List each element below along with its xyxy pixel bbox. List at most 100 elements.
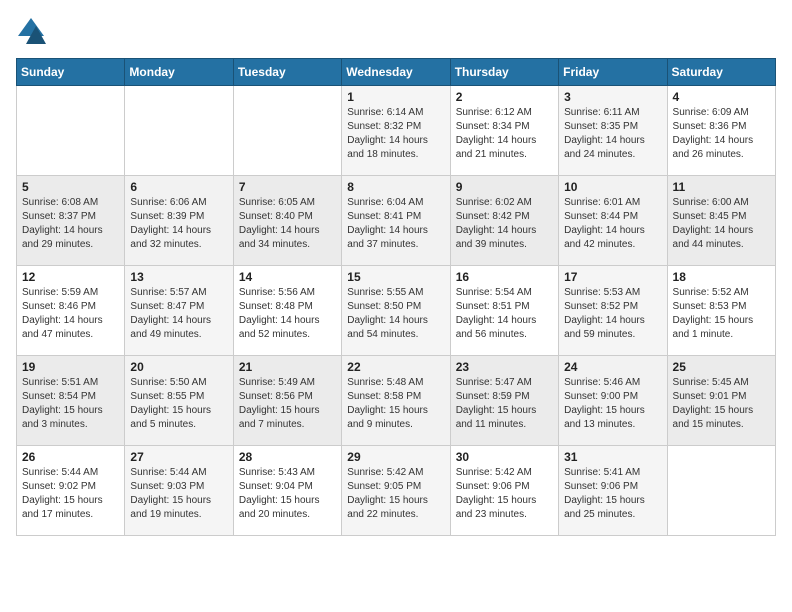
calendar-cell: 5 Sunrise: 6:08 AM Sunset: 8:37 PM Daylig…: [17, 176, 125, 266]
day-info: Sunrise: 6:09 AM Sunset: 8:36 PM Dayligh…: [673, 106, 770, 162]
day-info: Sunrise: 5:50 AM Sunset: 8:55 PM Dayligh…: [130, 376, 227, 432]
calendar-cell: 26 Sunrise: 5:44 AM Sunset: 9:02 PM Dayli…: [17, 446, 125, 536]
day-number: 4: [673, 90, 770, 104]
day-number: 12: [22, 270, 119, 284]
day-info: Sunrise: 5:57 AM Sunset: 8:47 PM Dayligh…: [130, 286, 227, 342]
day-info: Sunrise: 6:08 AM Sunset: 8:37 PM Dayligh…: [22, 196, 119, 252]
day-info: Sunrise: 5:53 AM Sunset: 8:52 PM Dayligh…: [564, 286, 661, 342]
day-number: 7: [239, 180, 336, 194]
column-header-monday: Monday: [125, 59, 233, 86]
calendar-cell: 10 Sunrise: 6:01 AM Sunset: 8:44 PM Dayli…: [559, 176, 667, 266]
day-info: Sunrise: 5:54 AM Sunset: 8:51 PM Dayligh…: [456, 286, 553, 342]
day-number: 1: [347, 90, 444, 104]
calendar-cell: 3 Sunrise: 6:11 AM Sunset: 8:35 PM Daylig…: [559, 86, 667, 176]
day-info: Sunrise: 5:45 AM Sunset: 9:01 PM Dayligh…: [673, 376, 770, 432]
day-info: Sunrise: 5:48 AM Sunset: 8:58 PM Dayligh…: [347, 376, 444, 432]
day-info: Sunrise: 6:12 AM Sunset: 8:34 PM Dayligh…: [456, 106, 553, 162]
day-number: 26: [22, 450, 119, 464]
day-number: 20: [130, 360, 227, 374]
calendar-cell: [125, 86, 233, 176]
calendar-cell: 14 Sunrise: 5:56 AM Sunset: 8:48 PM Dayli…: [233, 266, 341, 356]
day-number: 18: [673, 270, 770, 284]
calendar-cell: 23Sunrise: 5:47 AM Sunset: 8:59 PM Dayli…: [450, 356, 558, 446]
day-number: 29: [347, 450, 444, 464]
calendar-cell: 25 Sunrise: 5:45 AM Sunset: 9:01 PM Dayli…: [667, 356, 775, 446]
day-number: 3: [564, 90, 661, 104]
day-info: Sunrise: 5:56 AM Sunset: 8:48 PM Dayligh…: [239, 286, 336, 342]
calendar-cell: 30 Sunrise: 5:42 AM Sunset: 9:06 PM Dayli…: [450, 446, 558, 536]
calendar-cell: [233, 86, 341, 176]
day-number: 21: [239, 360, 336, 374]
day-number: 22: [347, 360, 444, 374]
calendar-cell: 29Sunrise: 5:42 AM Sunset: 9:05 PM Dayli…: [342, 446, 450, 536]
calendar-cell: 19 Sunrise: 5:51 AM Sunset: 8:54 PM Dayli…: [17, 356, 125, 446]
day-info: Sunrise: 6:04 AM Sunset: 8:41 PM Dayligh…: [347, 196, 444, 252]
calendar-week-row: 12 Sunrise: 5:59 AM Sunset: 8:46 PM Dayli…: [17, 266, 776, 356]
day-number: 10: [564, 180, 661, 194]
calendar-cell: 4 Sunrise: 6:09 AM Sunset: 8:36 PM Daylig…: [667, 86, 775, 176]
page-header: [16, 16, 776, 46]
day-number: 14: [239, 270, 336, 284]
day-info: Sunrise: 6:11 AM Sunset: 8:35 PM Dayligh…: [564, 106, 661, 162]
column-header-wednesday: Wednesday: [342, 59, 450, 86]
day-info: Sunrise: 6:01 AM Sunset: 8:44 PM Dayligh…: [564, 196, 661, 252]
calendar-cell: 16 Sunrise: 5:54 AM Sunset: 8:51 PM Dayli…: [450, 266, 558, 356]
calendar-cell: 6 Sunrise: 6:06 AM Sunset: 8:39 PM Daylig…: [125, 176, 233, 266]
calendar-cell: 27 Sunrise: 5:44 AM Sunset: 9:03 PM Dayli…: [125, 446, 233, 536]
calendar-cell: 17Sunrise: 5:53 AM Sunset: 8:52 PM Dayli…: [559, 266, 667, 356]
day-info: Sunrise: 6:14 AM Sunset: 8:32 PM Dayligh…: [347, 106, 444, 162]
day-number: 5: [22, 180, 119, 194]
day-number: 8: [347, 180, 444, 194]
day-info: Sunrise: 6:06 AM Sunset: 8:39 PM Dayligh…: [130, 196, 227, 252]
day-info: Sunrise: 5:49 AM Sunset: 8:56 PM Dayligh…: [239, 376, 336, 432]
calendar-cell: 8 Sunrise: 6:04 AM Sunset: 8:41 PM Daylig…: [342, 176, 450, 266]
column-header-tuesday: Tuesday: [233, 59, 341, 86]
day-info: Sunrise: 5:44 AM Sunset: 9:02 PM Dayligh…: [22, 466, 119, 522]
logo-icon: [16, 16, 46, 46]
day-number: 23: [456, 360, 553, 374]
calendar-header-row: SundayMondayTuesdayWednesdayThursdayFrid…: [17, 59, 776, 86]
day-info: Sunrise: 5:55 AM Sunset: 8:50 PM Dayligh…: [347, 286, 444, 342]
calendar-cell: 1 Sunrise: 6:14 AM Sunset: 8:32 PM Daylig…: [342, 86, 450, 176]
column-header-sunday: Sunday: [17, 59, 125, 86]
column-header-friday: Friday: [559, 59, 667, 86]
day-info: Sunrise: 5:46 AM Sunset: 9:00 PM Dayligh…: [564, 376, 661, 432]
day-number: 6: [130, 180, 227, 194]
day-number: 11: [673, 180, 770, 194]
day-info: Sunrise: 5:52 AM Sunset: 8:53 PM Dayligh…: [673, 286, 770, 342]
calendar-cell: 12 Sunrise: 5:59 AM Sunset: 8:46 PM Dayli…: [17, 266, 125, 356]
calendar-cell: 15Sunrise: 5:55 AM Sunset: 8:50 PM Dayli…: [342, 266, 450, 356]
day-number: 30: [456, 450, 553, 464]
day-number: 16: [456, 270, 553, 284]
day-info: Sunrise: 6:02 AM Sunset: 8:42 PM Dayligh…: [456, 196, 553, 252]
calendar-week-row: 1 Sunrise: 6:14 AM Sunset: 8:32 PM Daylig…: [17, 86, 776, 176]
calendar-week-row: 19 Sunrise: 5:51 AM Sunset: 8:54 PM Dayli…: [17, 356, 776, 446]
day-info: Sunrise: 5:51 AM Sunset: 8:54 PM Dayligh…: [22, 376, 119, 432]
day-number: 9: [456, 180, 553, 194]
calendar-cell: 7Sunrise: 6:05 AM Sunset: 8:40 PM Daylig…: [233, 176, 341, 266]
day-number: 25: [673, 360, 770, 374]
calendar-cell: 21 Sunrise: 5:49 AM Sunset: 8:56 PM Dayli…: [233, 356, 341, 446]
day-info: Sunrise: 5:43 AM Sunset: 9:04 PM Dayligh…: [239, 466, 336, 522]
calendar-cell: 22 Sunrise: 5:48 AM Sunset: 8:58 PM Dayli…: [342, 356, 450, 446]
day-number: 24: [564, 360, 661, 374]
day-info: Sunrise: 5:59 AM Sunset: 8:46 PM Dayligh…: [22, 286, 119, 342]
calendar-cell: 28 Sunrise: 5:43 AM Sunset: 9:04 PM Dayli…: [233, 446, 341, 536]
calendar-cell: 31Sunrise: 5:41 AM Sunset: 9:06 PM Dayli…: [559, 446, 667, 536]
day-number: 27: [130, 450, 227, 464]
day-number: 19: [22, 360, 119, 374]
column-header-thursday: Thursday: [450, 59, 558, 86]
calendar-week-row: 26 Sunrise: 5:44 AM Sunset: 9:02 PM Dayli…: [17, 446, 776, 536]
day-info: Sunrise: 5:44 AM Sunset: 9:03 PM Dayligh…: [130, 466, 227, 522]
calendar-cell: 13 Sunrise: 5:57 AM Sunset: 8:47 PM Dayli…: [125, 266, 233, 356]
day-info: Sunrise: 5:41 AM Sunset: 9:06 PM Dayligh…: [564, 466, 661, 522]
day-number: 2: [456, 90, 553, 104]
logo: [16, 16, 50, 46]
calendar-table: SundayMondayTuesdayWednesdayThursdayFrid…: [16, 58, 776, 536]
calendar-cell: 11Sunrise: 6:00 AM Sunset: 8:45 PM Dayli…: [667, 176, 775, 266]
calendar-cell: [667, 446, 775, 536]
day-number: 28: [239, 450, 336, 464]
day-number: 13: [130, 270, 227, 284]
calendar-cell: 18 Sunrise: 5:52 AM Sunset: 8:53 PM Dayli…: [667, 266, 775, 356]
day-info: Sunrise: 5:42 AM Sunset: 9:06 PM Dayligh…: [456, 466, 553, 522]
